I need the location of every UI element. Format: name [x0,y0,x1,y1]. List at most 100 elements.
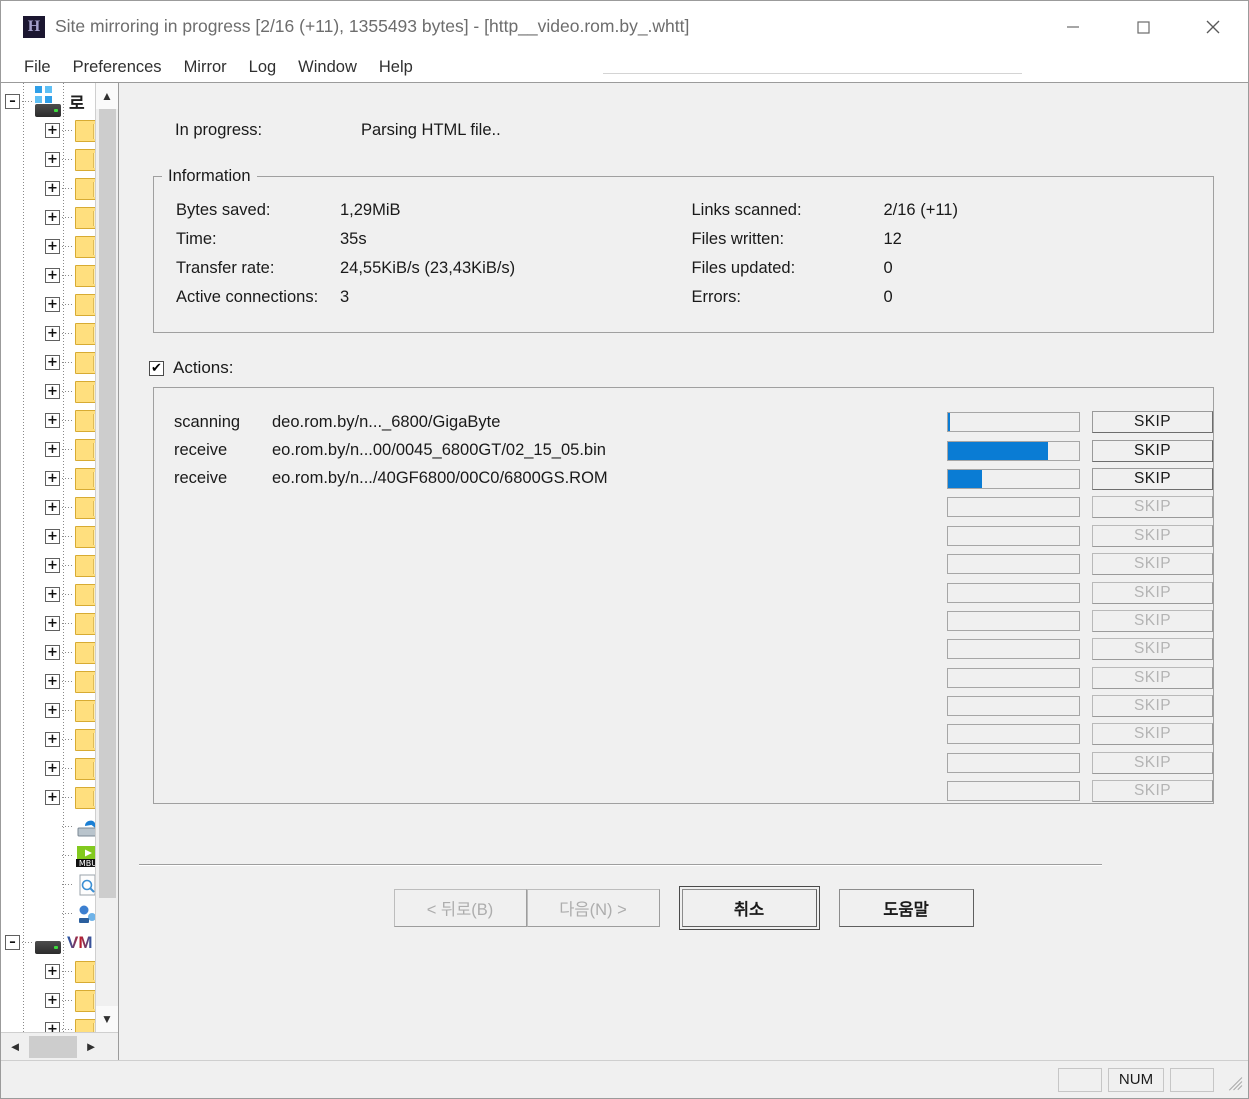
tree-row[interactable]: – VM [1,928,95,957]
tree-expander-expand[interactable]: + [45,355,60,370]
tree-row[interactable]: + [1,522,95,551]
tree-row[interactable]: + [1,348,95,377]
tree-row[interactable]: + [1,319,95,348]
tree-expander-expand[interactable]: + [45,181,60,196]
tree-row[interactable]: + [1,203,95,232]
menu-item-log[interactable]: Log [238,56,288,79]
tree-expander-collapse[interactable]: – [5,935,20,950]
menu-item-mirror[interactable]: Mirror [173,56,238,79]
action-progress-bar [947,468,1080,489]
tree-row[interactable]: + [1,725,95,754]
actions-checkbox[interactable]: ✔ [149,360,164,376]
tree-expander-expand[interactable]: + [45,1022,60,1032]
skip-button: SKIP [1092,666,1213,689]
tree-row[interactable]: + [1,957,95,986]
menu-item-preferences[interactable]: Preferences [62,56,173,79]
tree-connector [62,652,73,653]
tree-row[interactable]: + [1,261,95,290]
resize-grip-icon[interactable] [1222,1069,1244,1091]
tree-row[interactable]: + [1,580,95,609]
tree-row[interactable]: + [1,464,95,493]
action-progress-fill [948,413,950,432]
tree-row[interactable]: + [1,174,95,203]
skip-button[interactable]: SKIP [1092,411,1213,434]
information-legend: Information [168,167,251,185]
tree-row[interactable]: + [1,1015,95,1032]
tree-row[interactable]: + [1,406,95,435]
action-row: SKIP [154,720,1213,748]
help-button[interactable]: 도움말 [838,889,974,927]
tree-row[interactable]: + [1,638,95,667]
sidebar-tree-panel: –로++++++++++++++++++++++++MBU–VM++++ ▲ ▼… [1,82,119,1060]
scroll-thumb[interactable] [98,109,116,899]
scroll-track[interactable] [95,109,118,1006]
tree-expander-expand[interactable]: + [45,471,60,486]
tree-row[interactable]: + [1,667,95,696]
tree-expander-expand[interactable]: + [45,761,60,776]
tree-expander-expand[interactable]: + [45,645,60,660]
tree-row[interactable]: + [1,551,95,580]
action-progress-bar [947,724,1080,745]
tree-row[interactable]: + [1,493,95,522]
tree-row[interactable]: + [1,232,95,261]
tree-expander-expand[interactable]: + [45,152,60,167]
tree-expander-expand[interactable]: + [45,500,60,515]
tree-expander-expand[interactable]: + [45,123,60,138]
tree-row[interactable]: + [1,290,95,319]
tree-row[interactable]: + [1,754,95,783]
tree-expander-expand[interactable]: + [45,964,60,979]
cancel-button[interactable]: 취소 [678,886,820,930]
tree-expander-expand[interactable]: + [45,732,60,747]
tree-horizontal-scrollbar[interactable]: ◄ ► [1,1032,118,1060]
tree-row[interactable]: + [1,145,95,174]
tree-expander-expand[interactable]: + [45,239,60,254]
skip-button[interactable]: SKIP [1092,467,1213,490]
tree-row[interactable] [1,899,95,928]
menu-item-file[interactable]: File [13,56,62,79]
scroll-left-icon[interactable]: ◄ [1,1033,29,1061]
tree-expander-expand[interactable]: + [45,587,60,602]
scroll-h-thumb[interactable] [29,1035,77,1058]
tree-row[interactable]: + [1,783,95,812]
menu-item-help[interactable]: Help [368,56,424,79]
tree-expander-expand[interactable]: + [45,210,60,225]
tree-row[interactable] [1,870,95,899]
menu-item-window[interactable]: Window [287,56,368,79]
tree-vertical-scrollbar[interactable]: ▲ ▼ [95,83,118,1032]
tree-expander-expand[interactable]: + [45,993,60,1008]
scroll-up-icon[interactable]: ▲ [95,83,118,109]
tree-expander-expand[interactable]: + [45,442,60,457]
tree-row[interactable]: + [1,609,95,638]
tree-expander-collapse[interactable]: – [5,94,20,109]
scroll-down-icon[interactable]: ▼ [95,1006,118,1032]
in-progress-label: In progress: [175,121,263,139]
info-value: 0 [883,259,893,277]
tree-row[interactable]: + [1,696,95,725]
site-tree[interactable]: –로++++++++++++++++++++++++MBU–VM++++ [1,83,95,1032]
tree-expander-expand[interactable]: + [45,703,60,718]
tree-row[interactable]: + [1,435,95,464]
tree-expander-expand[interactable]: + [45,790,60,805]
maximize-button[interactable] [1108,1,1178,52]
tree-expander-expand[interactable]: + [45,558,60,573]
close-button[interactable] [1178,1,1248,52]
actions-list: scanning deo.rom.by/n..._6800/GigaByte SKI… [153,387,1214,804]
tree-expander-expand[interactable]: + [45,616,60,631]
tree-expander-expand[interactable]: + [45,268,60,283]
tree-row[interactable] [1,812,95,841]
tree-row[interactable]: + [1,986,95,1015]
tree-expander-expand[interactable]: + [45,297,60,312]
scroll-right-icon[interactable]: ► [77,1033,105,1061]
tree-expander-expand[interactable]: + [45,384,60,399]
tree-row[interactable]: – 로 [1,85,95,117]
tree-expander-expand[interactable]: + [45,529,60,544]
minimize-button[interactable] [1038,1,1108,52]
tree-row[interactable]: + [1,116,95,145]
tree-expander-expand[interactable]: + [45,674,60,689]
tree-row[interactable]: + [1,377,95,406]
footer-divider [139,864,1102,866]
tree-expander-expand[interactable]: + [45,326,60,341]
tree-expander-expand[interactable]: + [45,413,60,428]
tree-row[interactable]: MBU [1,841,95,870]
skip-button[interactable]: SKIP [1092,439,1213,462]
